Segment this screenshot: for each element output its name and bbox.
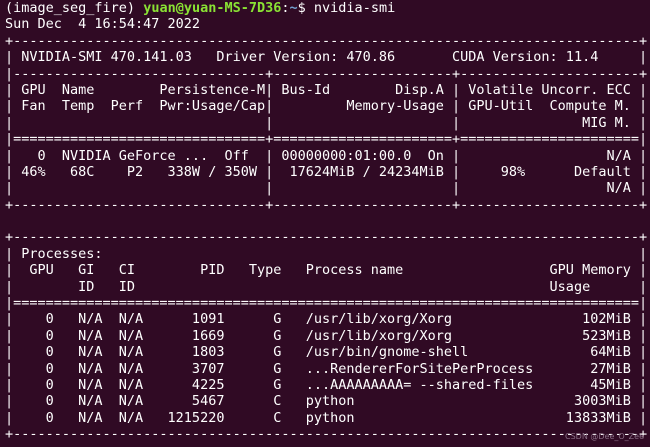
smi-line: | 46% 68C P2 338W / 350W | 17624MiB / 24… bbox=[5, 163, 648, 180]
user-host: yuan@yuan-MS-7D36 bbox=[143, 0, 282, 16]
prompt-symbol: $ bbox=[297, 0, 306, 16]
smi-line: +-------------------------------+-------… bbox=[5, 196, 648, 213]
watermark-text: CSDN @Dee_O_Zee bbox=[565, 431, 644, 441]
smi-line: | 0 N/A N/A 3707 G ...RendererForSitePer… bbox=[5, 360, 648, 377]
smi-line: | Processes: | bbox=[5, 245, 648, 262]
smi-line: | GPU Name Persistence-M| Bus-Id Disp.A … bbox=[5, 81, 648, 98]
smi-line: | 0 N/A N/A 5467 C python 3003MiB | bbox=[5, 393, 648, 410]
smi-line: +---------------------------------------… bbox=[5, 32, 648, 49]
command-text: nvidia-smi bbox=[313, 0, 396, 16]
smi-line: |===============================+=======… bbox=[5, 131, 648, 148]
smi-line: |=======================================… bbox=[5, 295, 648, 312]
smi-line: | 0 N/A N/A 1091 G /usr/lib/xorg/Xorg 10… bbox=[5, 311, 648, 328]
smi-line: |-------------------------------+-------… bbox=[5, 65, 648, 82]
smi-line: | ID ID Usage | bbox=[5, 278, 648, 295]
terminal-window[interactable]: (image_seg_fire) yuan@yuan-MS-7D36:~$ nv… bbox=[0, 0, 650, 447]
smi-line bbox=[5, 213, 650, 229]
smi-line: +---------------------------------------… bbox=[5, 229, 648, 246]
smi-line: | 0 N/A N/A 4225 G ...AAAAAAAAA= --share… bbox=[5, 376, 648, 393]
prompt-line: (image_seg_fire) yuan@yuan-MS-7D36:~$ nv… bbox=[5, 0, 396, 16]
nvidia-smi-output: +---------------------------------------… bbox=[5, 33, 650, 443]
smi-line: | 0 N/A N/A 1669 G /usr/lib/xorg/Xorg 52… bbox=[5, 327, 648, 344]
date-line: Sun Dec 4 16:54:47 2022 bbox=[5, 16, 201, 33]
smi-line: | Fan Temp Perf Pwr:Usage/Cap| Memory-Us… bbox=[5, 98, 648, 115]
smi-line: | NVIDIA-SMI 470.141.03 Driver Version: … bbox=[5, 49, 648, 66]
smi-line: | GPU GI CI PID Type Process name GPU Me… bbox=[5, 262, 648, 279]
smi-line: | 0 N/A N/A 1215220 C python 13833MiB | bbox=[5, 409, 648, 426]
smi-line: | | | MIG M. | bbox=[5, 114, 648, 131]
smi-line: | | | N/A | bbox=[5, 180, 648, 197]
smi-line: +---------------------------------------… bbox=[5, 426, 648, 443]
current-path: ~ bbox=[289, 0, 298, 16]
smi-line: | 0 N/A N/A 1803 G /usr/bin/gnome-shell … bbox=[5, 344, 648, 361]
conda-env: (image_seg_fire) bbox=[5, 0, 136, 16]
smi-line: | 0 NVIDIA GeForce ... Off | 00000000:01… bbox=[5, 147, 648, 164]
